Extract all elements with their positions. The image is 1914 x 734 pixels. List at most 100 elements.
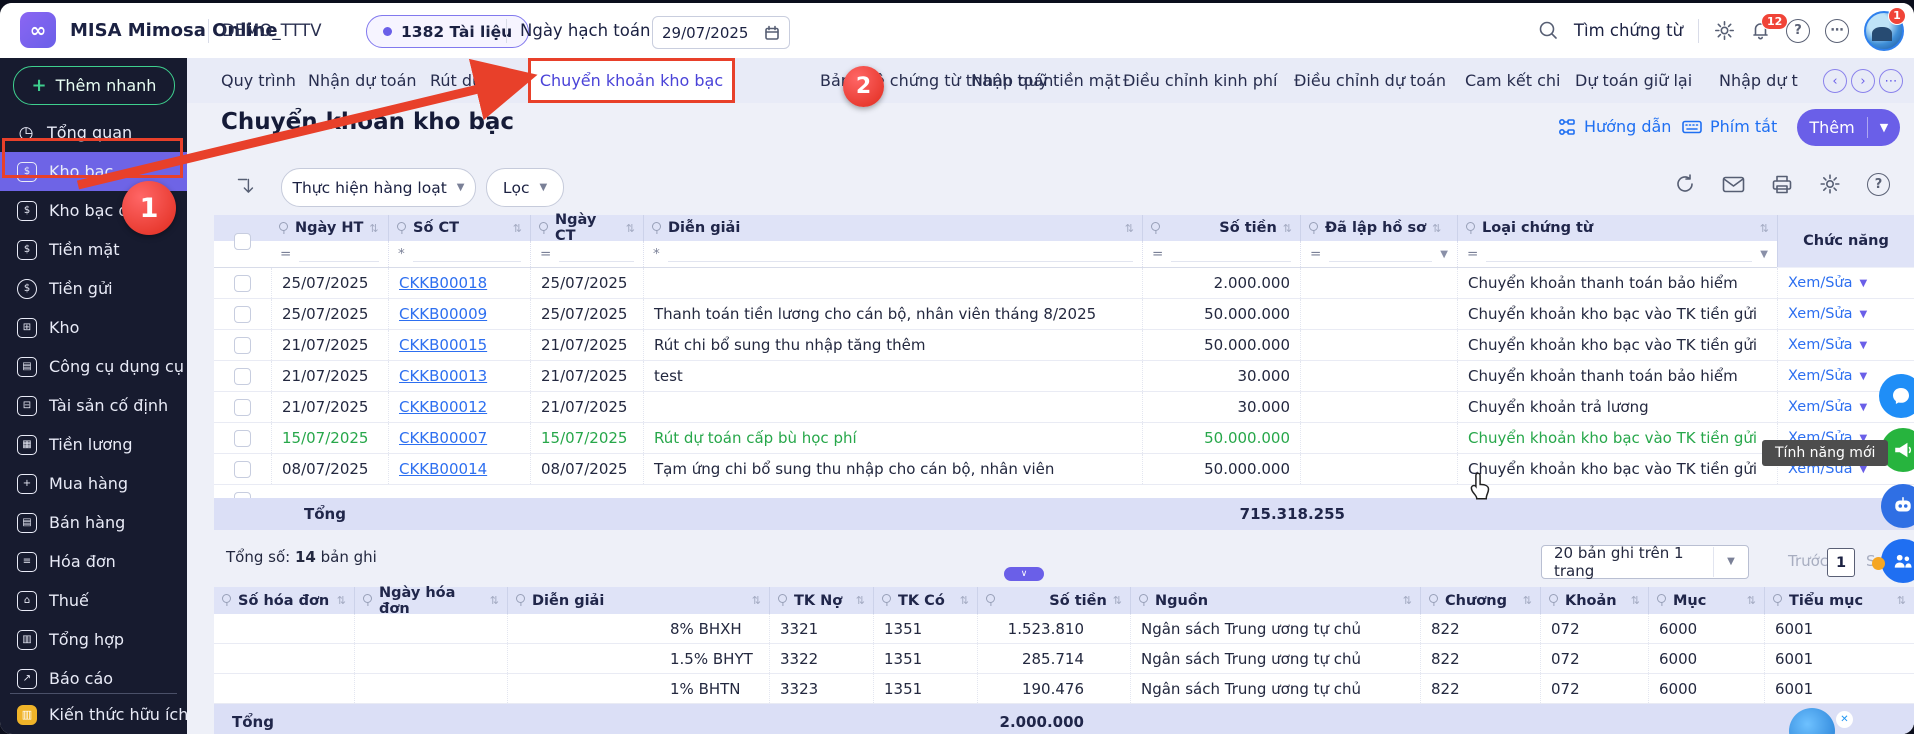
sort-arrows-icon[interactable]: ⇅	[1760, 222, 1769, 235]
table-row[interactable]: 21/07/2025 CKKB00013 21/07/2025 test 30.…	[214, 361, 1914, 392]
sidebar-item-kho[interactable]: ⊞Kho	[0, 308, 187, 347]
col-header-so-tien[interactable]: Số tiền⇅	[1142, 215, 1300, 241]
caret-down-icon[interactable]: ▼	[1440, 249, 1448, 260]
view-edit-link[interactable]: Xem/Sửa	[1788, 399, 1853, 415]
document-link[interactable]: CKKB00009	[399, 305, 487, 323]
current-page-box[interactable]: 1	[1827, 548, 1855, 577]
sort-arrows-icon[interactable]: ⇅	[1631, 594, 1640, 607]
row-checkbox[interactable]	[234, 337, 251, 354]
sidebar-item-tien-gui[interactable]: $Tiền gửi	[0, 269, 187, 308]
document-link[interactable]: CKKB00014	[399, 460, 487, 478]
col-header-loai-chung-tu[interactable]: Loại chứng từ⇅	[1457, 215, 1777, 241]
filter-da-lap-ho-so[interactable]: =▼	[1300, 241, 1457, 267]
filter-loai-chung-tu[interactable]: =▼	[1457, 241, 1777, 267]
view-edit-link[interactable]: Xem/Sửa	[1788, 306, 1853, 322]
row-checkbox[interactable]	[234, 461, 251, 478]
col-header-tieu-muc[interactable]: Tiểu mục⇅	[1764, 587, 1914, 614]
sort-arrows-icon[interactable]: ⇅	[856, 594, 865, 607]
col-header-dien-giai[interactable]: Diễn giải⇅	[507, 587, 769, 614]
detail-row[interactable]: 1.5% BHYT 3322 1351 285.714 Ngân sách Tr…	[214, 644, 1914, 674]
search-document-label[interactable]: Tìm chứng từ	[1574, 21, 1683, 40]
page-size-select[interactable]: 20 bản ghi trên 1 trang ▼	[1541, 545, 1749, 579]
sort-arrows-icon[interactable]: ⇅	[752, 594, 761, 607]
tab-rut-du-toan[interactable]: Rút dự toán	[430, 58, 523, 103]
sidebar-item-thue[interactable]: ⌂Thuế	[0, 581, 187, 620]
caret-down-icon[interactable]: ▼	[1860, 371, 1868, 382]
print-icon[interactable]	[1771, 174, 1793, 195]
settings-gear-icon[interactable]	[1714, 20, 1735, 41]
user-avatar[interactable]: 1	[1864, 11, 1904, 51]
sort-arrows-icon[interactable]: ⇅	[1523, 594, 1532, 607]
col-header-khoan[interactable]: Khoản⇅	[1540, 587, 1648, 614]
document-link[interactable]: CKKB00018	[399, 274, 487, 292]
col-header-tk-co[interactable]: TK Có⇅	[873, 587, 977, 614]
quick-add-button[interactable]: + Thêm nhanh	[13, 66, 175, 105]
row-checkbox[interactable]	[234, 399, 251, 416]
sidebar-item-tien-mat[interactable]: $Tiền mặt	[0, 230, 187, 269]
col-header-ngay-ct[interactable]: Ngày CT⇅	[530, 215, 643, 241]
table-row[interactable]: 15/07/2025 CKKB00007 15/07/2025 Rút dự t…	[214, 423, 1914, 454]
caret-down-icon[interactable]: ▼	[1860, 309, 1868, 320]
caret-down-icon[interactable]: ▼	[1860, 340, 1868, 351]
document-link[interactable]: CKKB00015	[399, 336, 487, 354]
filter-so-tien[interactable]: =	[1142, 241, 1300, 267]
table-row[interactable]: 21/07/2025 CKKB00015 21/07/2025 Rút chi …	[214, 330, 1914, 361]
caret-down-icon[interactable]: ▼	[1713, 547, 1748, 577]
table-settings-gear-icon[interactable]	[1819, 173, 1841, 195]
sort-arrows-icon[interactable]: ⇅	[369, 222, 378, 235]
filter-dien-giai[interactable]: *	[643, 241, 1142, 267]
table-row[interactable]: 25/07/2025 CKKB00009 25/07/2025 Thanh to…	[214, 299, 1914, 330]
tab-nhap-quy-tien-mat[interactable]: Nhập quỹ tiền mặt	[971, 58, 1120, 103]
documents-badge[interactable]: 1382 Tài liệu	[366, 15, 529, 48]
col-header-da-lap-ho-so[interactable]: Đã lập hồ sơ⇅	[1300, 215, 1457, 241]
tab-chuyen-khoan-kho-bac[interactable]: Chuyển khoản kho bạc	[528, 58, 735, 103]
tab-more-icon[interactable]: ⋯	[1879, 69, 1903, 93]
table-row[interactable]: 21/07/2025 CKKB00012 21/07/2025 30.000 C…	[214, 392, 1914, 423]
detail-row[interactable]: 8% BHXH 3321 1351 1.523.810 Ngân sách Tr…	[214, 614, 1914, 644]
caret-down-icon[interactable]: ▼	[1860, 402, 1868, 413]
caret-down-icon[interactable]: ▼	[1760, 249, 1768, 260]
sort-arrows-icon[interactable]: ⇅	[513, 222, 522, 235]
mail-icon[interactable]	[1722, 175, 1745, 194]
tab-scroll-left-icon[interactable]: ‹	[1823, 69, 1847, 93]
sidebar-item-kien-thuc[interactable]: ▥ Kiến thức hữu ích	[0, 695, 204, 734]
sort-arrows-icon[interactable]: ⇅	[337, 594, 346, 607]
sort-arrows-icon[interactable]: ⇅	[1432, 222, 1441, 235]
tab-cam-ket-chi[interactable]: Cam kết chi	[1465, 58, 1561, 103]
select-all-checkbox[interactable]	[234, 233, 251, 250]
sort-arrows-icon[interactable]: ⇅	[1283, 222, 1292, 235]
batch-action-dropdown[interactable]: Thực hiện hàng loạt▼	[281, 168, 476, 207]
col-header-muc[interactable]: Mục⇅	[1648, 587, 1764, 614]
row-checkbox[interactable]	[234, 430, 251, 447]
sidebar-item-tai-san-co-dinh[interactable]: ⊟Tài sản cố định	[0, 386, 187, 425]
search-document-icon[interactable]	[1538, 20, 1559, 41]
view-edit-link[interactable]: Xem/Sửa	[1788, 368, 1853, 384]
sort-arrows-icon[interactable]: ⇅	[626, 222, 635, 235]
sort-arrows-icon[interactable]: ⇅	[1897, 594, 1906, 607]
document-link[interactable]: CKKB00013	[399, 367, 487, 385]
sort-arrows-icon[interactable]: ⇅	[1125, 222, 1134, 235]
filter-dropdown[interactable]: Lọc▼	[486, 168, 564, 207]
col-header-tk-no[interactable]: TK Nợ⇅	[769, 587, 873, 614]
posting-date-input[interactable]: 29/07/2025	[652, 16, 790, 49]
sort-arrows-icon[interactable]: ⇅	[960, 594, 969, 607]
add-dropdown-caret-icon[interactable]: ▼	[1868, 121, 1900, 134]
panel-splitter-handle[interactable]: ∨	[1004, 567, 1044, 581]
more-options-icon[interactable]: ⋯	[1825, 19, 1849, 43]
document-link[interactable]: CKKB00007	[399, 429, 487, 447]
notifications-bell-icon[interactable]: 12	[1750, 20, 1771, 41]
sidebar-item-cong-cu-dung-cu[interactable]: ▤Công cụ dụng cụ	[0, 347, 187, 386]
col-header-ngay-ht[interactable]: Ngày HT⇅	[271, 215, 388, 241]
col-header-so-tien[interactable]: Số tiền⇅	[977, 587, 1130, 614]
row-checkbox[interactable]	[234, 306, 251, 323]
filter-ngay-ht[interactable]: =	[271, 241, 388, 267]
table-row[interactable]: 08/07/2025 CKKB00014 08/07/2025 Tạm ứng …	[214, 454, 1914, 485]
filter-ngay-ct[interactable]: =	[530, 241, 643, 267]
sort-arrows-icon[interactable]: ⇅	[1403, 594, 1412, 607]
detail-row[interactable]: 1% BHTN 3323 1351 190.476 Ngân sách Trun…	[214, 674, 1914, 704]
tab-scroll-right-icon[interactable]: ›	[1851, 69, 1875, 93]
close-bubble-icon[interactable]: ✕	[1836, 711, 1853, 728]
help-icon[interactable]: ?	[1786, 19, 1810, 43]
sort-arrows-icon[interactable]: ⇅	[1113, 594, 1122, 607]
sidebar-item-mua-hang[interactable]: +Mua hàng	[0, 464, 187, 503]
